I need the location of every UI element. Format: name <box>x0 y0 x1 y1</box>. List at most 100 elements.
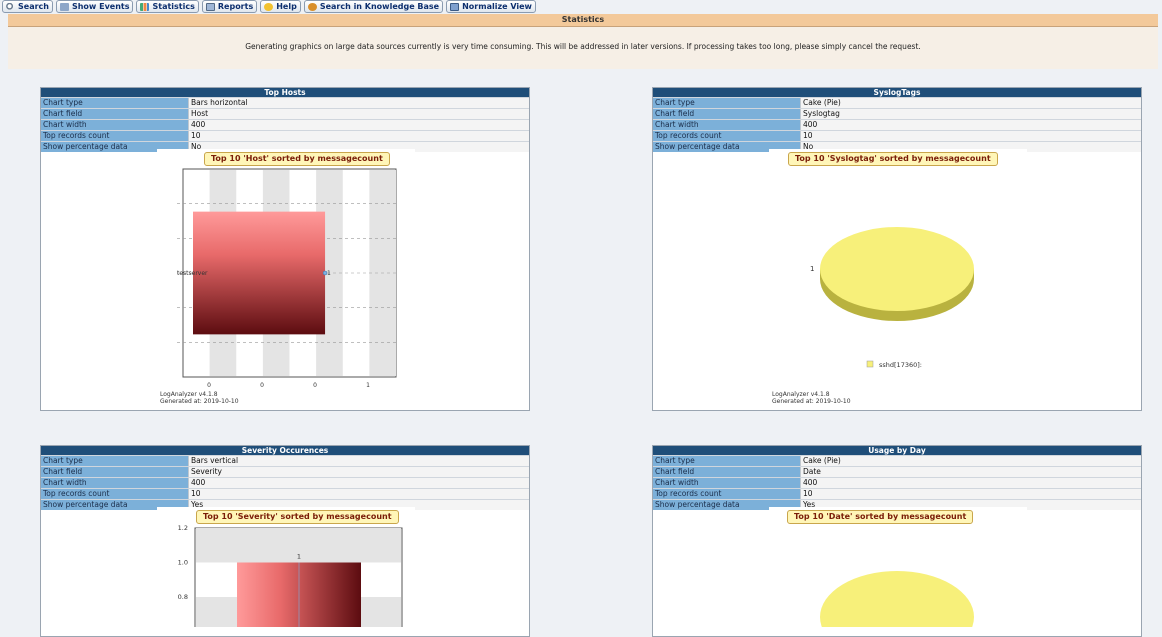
prop-value: 400 <box>801 120 1141 130</box>
search-icon <box>6 2 15 11</box>
normalize-view-button[interactable]: Normalize View <box>446 0 536 13</box>
show-events-button-label: Show Events <box>71 2 130 11</box>
panel-title: SyslogTags <box>653 88 1141 97</box>
footer-generated: Generated at: 2019-10-10 <box>772 398 851 405</box>
chart-top-hosts: testserver 1 0 0 0 1 Top 10 'Host' sorted by … <box>157 149 415 409</box>
chart-footer: LogAnalyzer v4.1.8 Generated at: 2019-10… <box>160 391 239 405</box>
y-tick-label: 1.2 <box>178 524 188 532</box>
legend-swatch <box>866 360 874 368</box>
panel-syslogtags: SyslogTags Chart type Cake (Pie) Chart fi… <box>652 87 1142 411</box>
panel-title: Severity Occurences <box>41 446 529 455</box>
prop-value: Syslogtag <box>801 109 1141 119</box>
help-button-label: Help <box>276 2 297 11</box>
severity-bar-chart: 1.2 1.0 0.8 1 <box>178 524 403 637</box>
prop-label: Top records count <box>653 489 801 499</box>
x-tick-label: 0 <box>207 382 211 389</box>
prop-row: Chart type Bars vertical <box>41 455 529 466</box>
prop-row: Chart width 400 <box>653 477 1141 488</box>
data-label: 1 <box>810 265 814 273</box>
y-tick-label: 1.0 <box>178 559 188 567</box>
prop-value: Cake (Pie) <box>801 456 1141 466</box>
chart-severity: 1.2 1.0 0.8 1 Top 10 'Severity' sorted by m… <box>157 507 415 637</box>
prop-row: Chart width 400 <box>41 477 529 488</box>
legend-label: sshd[17360]: <box>879 361 922 369</box>
prop-row: Top records count 10 <box>653 488 1141 499</box>
prop-value: Severity <box>189 467 529 477</box>
prop-label: Chart width <box>41 478 189 488</box>
panel-top-hosts: Top Hosts Chart type Bars horizontal Char… <box>40 87 530 411</box>
host-bar-chart: testserver 1 0 0 0 1 <box>177 168 397 389</box>
events-icon <box>59 2 69 11</box>
prop-label: Top records count <box>41 489 189 499</box>
chart-title: Top 10 'Date' sorted by messagecount <box>787 510 974 524</box>
normalize-icon <box>450 2 460 11</box>
prop-label: Chart width <box>653 120 801 130</box>
prop-label: Chart field <box>41 109 189 119</box>
reports-button-label: Reports <box>217 2 254 11</box>
prop-value: Cake (Pie) <box>801 98 1141 108</box>
prop-label: Chart type <box>653 456 801 466</box>
syslogtag-pie-chart: 1 sshd[17360]: <box>810 227 974 369</box>
prop-row: Top records count 10 <box>41 488 529 499</box>
prop-value: 10 <box>189 489 529 499</box>
show-events-button[interactable]: Show Events <box>55 0 134 13</box>
statistics-button-label: Statistics <box>152 2 195 11</box>
pie-slice <box>820 571 974 637</box>
footer-generated: Generated at: 2019-10-10 <box>160 398 239 405</box>
prop-label: Chart type <box>41 98 189 108</box>
x-tick-label: 0 <box>313 382 317 389</box>
prop-row: Chart type Cake (Pie) <box>653 455 1141 466</box>
reports-icon <box>205 2 215 11</box>
section-title: Statistics <box>8 14 1158 27</box>
prop-label: Chart type <box>653 98 801 108</box>
search-button-label: Search <box>18 2 49 11</box>
prop-row: Chart field Syslogtag <box>653 108 1141 119</box>
knowledge-base-icon <box>307 2 317 11</box>
notice-text: Generating graphics on large data source… <box>8 27 1158 69</box>
data-label: 1 <box>297 553 301 561</box>
prop-row: Chart width 400 <box>653 119 1141 130</box>
pie-slice <box>820 227 974 311</box>
date-pie-chart <box>820 571 974 637</box>
reports-button[interactable]: Reports <box>201 0 258 13</box>
chart-usage-by-day: Top 10 'Date' sorted by messagecount <box>769 507 1027 637</box>
statistics-button[interactable]: Statistics <box>136 0 199 13</box>
prop-label: Chart width <box>41 120 189 130</box>
data-label: 1 <box>327 270 331 277</box>
statistics-icon <box>140 2 150 11</box>
prop-value: 400 <box>801 478 1141 488</box>
prop-row: Chart type Cake (Pie) <box>653 97 1141 108</box>
panel-severity: Severity Occurences Chart type Bars verti… <box>40 445 530 637</box>
chart-title: Top 10 'Syslogtag' sorted by messagecoun… <box>788 152 998 166</box>
help-button[interactable]: Help <box>260 0 301 13</box>
prop-value: 10 <box>801 131 1141 141</box>
prop-label: Top records count <box>653 131 801 141</box>
prop-row: Chart type Bars horizontal <box>41 97 529 108</box>
prop-label: Top records count <box>41 131 189 141</box>
panel-title: Usage by Day <box>653 446 1141 455</box>
footer-version: LogAnalyzer v4.1.8 <box>772 391 830 398</box>
prop-row: Top records count 10 <box>653 130 1141 141</box>
prop-label: Chart field <box>41 467 189 477</box>
search-knowledge-base-button[interactable]: Search in Knowledge Base <box>303 0 444 13</box>
toolbar: Search Show Events Statistics Reports He… <box>0 0 536 13</box>
bar <box>193 211 326 335</box>
prop-value: 10 <box>801 489 1141 499</box>
prop-row: Chart field Date <box>653 466 1141 477</box>
prop-value: Bars horizontal <box>189 98 529 108</box>
category-label: testserver <box>177 270 208 277</box>
chart-footer: LogAnalyzer v4.1.8 Generated at: 2019-10… <box>772 391 851 405</box>
search-button[interactable]: Search <box>2 0 53 13</box>
normalize-view-button-label: Normalize View <box>462 2 532 11</box>
prop-label: Chart type <box>41 456 189 466</box>
prop-row: Chart field Host <box>41 108 529 119</box>
chart-title: Top 10 'Host' sorted by messagecount <box>204 152 390 166</box>
panel-title: Top Hosts <box>41 88 529 97</box>
prop-value: 400 <box>189 478 529 488</box>
prop-row: Chart field Severity <box>41 466 529 477</box>
y-tick-label: 0.8 <box>178 593 188 601</box>
prop-value: 400 <box>189 120 529 130</box>
prop-value: Bars vertical <box>189 456 529 466</box>
prop-label: Chart width <box>653 478 801 488</box>
x-tick-label: 0 <box>260 382 264 389</box>
